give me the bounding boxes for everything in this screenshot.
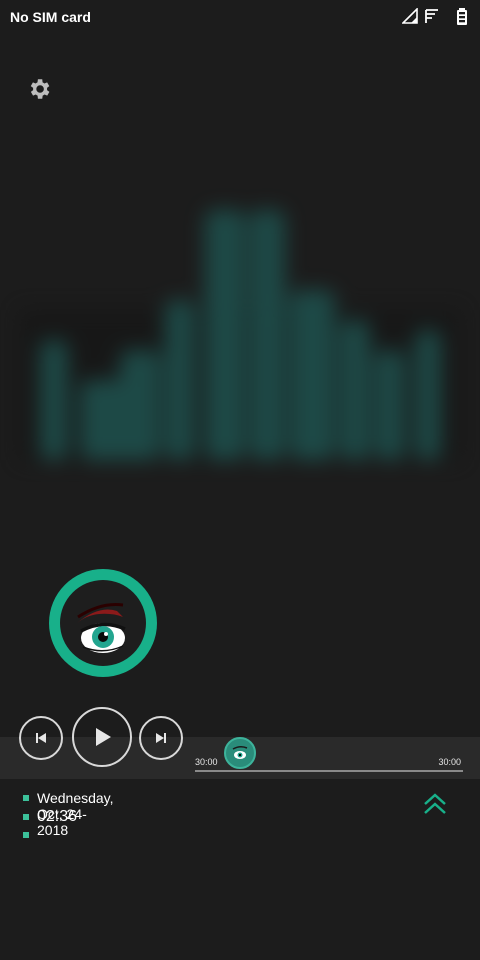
battery-icon (457, 8, 467, 25)
double-chevron-up-icon (424, 793, 446, 814)
seek-thumb[interactable] (224, 737, 256, 769)
visualizer-bar (415, 330, 441, 460)
visualizer-bar (290, 290, 335, 460)
seek-track[interactable] (195, 770, 463, 772)
gear-icon (30, 79, 50, 99)
eye-thumb-icon (232, 745, 248, 759)
visualizer-bar (375, 350, 405, 460)
album-art[interactable] (47, 567, 159, 679)
skip-previous-icon (36, 733, 46, 743)
previous-button[interactable] (19, 716, 63, 760)
visualizer-bar (120, 350, 160, 460)
signal-icon (402, 8, 418, 24)
visualizer-bar (250, 210, 285, 460)
play-icon (96, 728, 111, 746)
settings-button[interactable] (26, 76, 52, 102)
bullet-icon (23, 814, 29, 820)
visualizer-bar (205, 210, 245, 460)
visualizer-bar (165, 300, 195, 460)
audio-visualizer (20, 170, 460, 500)
bullet-icon (23, 795, 29, 801)
carrier-status: No SIM card (10, 9, 91, 25)
play-button[interactable] (72, 707, 132, 767)
skip-next-icon (156, 733, 166, 743)
expand-button[interactable] (421, 792, 449, 816)
elapsed-time: 30:00 (195, 757, 218, 767)
next-button[interactable] (139, 716, 183, 760)
wifi-icon (425, 9, 438, 23)
clock-text: 02:36 (37, 808, 78, 825)
eye-artwork (49, 569, 157, 677)
visualizer-bar (40, 340, 68, 460)
seek-bar[interactable] (195, 737, 463, 779)
visualizer-bar (340, 320, 370, 460)
status-bar: No SIM card (0, 0, 480, 34)
bullet-icon (23, 832, 29, 838)
total-time: 30:00 (438, 757, 461, 767)
